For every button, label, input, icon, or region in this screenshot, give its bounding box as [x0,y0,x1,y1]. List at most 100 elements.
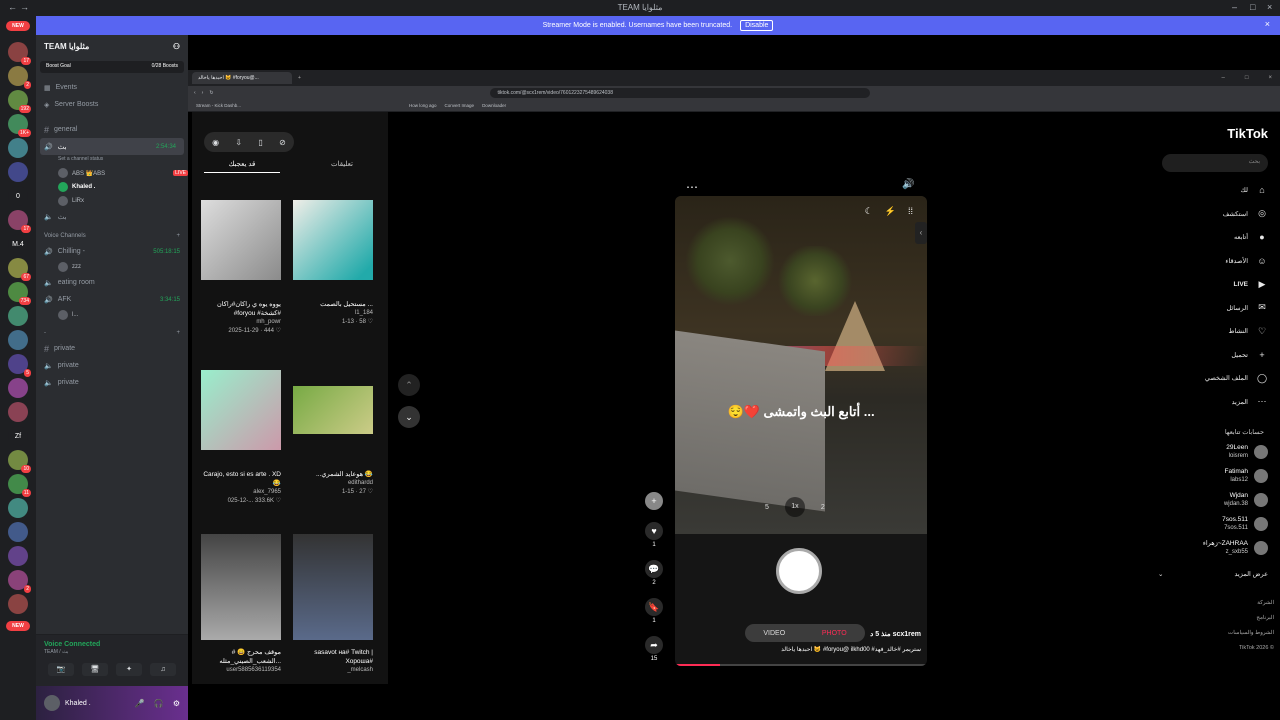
download-icon[interactable]: ⇩ [235,138,242,147]
video-progress[interactable] [675,664,927,666]
forward-icon[interactable]: › [202,90,204,96]
tiktok-nav-item[interactable]: ● أتابعه [1158,229,1268,245]
video-author[interactable]: منذ 5 د scx1rem [870,630,921,638]
private-category[interactable]: - + [36,326,188,340]
grid-icon[interactable]: ⁞⁞ [908,206,913,217]
video-thumbnail[interactable] [293,386,373,434]
channel-private[interactable]: # private [36,340,188,357]
next-video-button[interactable]: ⌄ [398,406,420,428]
server-boosts-link[interactable]: ◈ Server Boosts [36,96,188,113]
bookmark[interactable]: Downloader [482,103,506,108]
video-thumbnail[interactable] [293,200,373,280]
followed-account[interactable]: ZAHRAA~زهراء z_sxb55 [1158,538,1268,558]
bookmark[interactable]: How long ago [409,103,437,108]
screen-share-icon[interactable]: 🖥 [82,663,108,676]
voice-channel-chilling[interactable]: 🔊 Chilling - 505:18:15 [36,243,188,260]
channel-private[interactable]: 🔈 private [36,374,188,391]
voice-channel-stream[interactable]: 🔊 بث 2:54:34 [40,138,184,155]
server-icon[interactable] [8,402,28,422]
video-caption[interactable]: sasavot на# Twitch | Хороша# _melcash [291,648,373,675]
footer-link[interactable]: الشروط والسياسات [1228,630,1274,636]
previous-video-button[interactable]: ⌃ [398,374,420,396]
tab-comments[interactable]: تعليقات [304,160,380,173]
camera-icon[interactable]: 📷 [48,663,74,676]
server-icon[interactable]: 17 [8,42,31,65]
tab-for-you[interactable]: قد يعجبك [204,160,280,173]
channel-private[interactable]: 🔈 private [36,357,188,374]
server-icon[interactable]: 0 [8,186,28,206]
voice-member[interactable]: Khaled . [36,180,188,194]
voice-member[interactable]: zzz [36,260,188,274]
video-caption[interactable]: ...هوعايد الشمري 😂 edithardd 1-15 · 27 ♡ [291,470,373,497]
tiktok-nav-item[interactable]: + تحميل [1158,347,1268,363]
server-icon[interactable] [8,306,28,326]
followed-account[interactable]: Fatimah labs12 [1158,466,1268,486]
address-bar[interactable]: tiktok.com/@scx1rem/video/76012232754896… [489,88,870,98]
server-icon[interactable]: 734 [8,282,31,305]
voice-channel-extra[interactable]: 🔈 بث [36,208,188,225]
flash-off-icon[interactable]: ⚡ [885,206,896,217]
server-icon[interactable]: 5 [8,354,31,377]
invite-icon[interactable]: ⚇ [173,42,180,52]
tiktok-logo[interactable]: TikTok [1227,126,1268,141]
boost-goal[interactable]: Boost Goal 0/28 Boosts [40,61,184,73]
voice-member[interactable]: l... [36,308,188,322]
activities-icon[interactable]: ✦ [116,663,142,676]
server-icon[interactable] [8,546,28,566]
server-icon[interactable] [8,522,28,542]
tiktok-nav-item[interactable]: ⌂ لك [1158,182,1268,198]
server-icon[interactable]: Zf [8,426,28,446]
channel-general[interactable]: # general [36,121,188,138]
add-channel-icon[interactable]: + [176,233,180,239]
user-avatar[interactable] [44,695,60,711]
server-icon[interactable]: 11 [8,474,31,497]
new-tab-icon[interactable]: + [298,75,301,81]
see-more-link[interactable]: عرض المزيد ⌄ [1158,566,1268,582]
tiktok-nav-item[interactable]: ☺ الأصدقاء [1158,253,1268,269]
zoom-option[interactable]: 5 [765,504,769,511]
zoom-option[interactable]: 2 [821,504,825,511]
server-icon[interactable]: M.4 [8,234,28,254]
video-caption[interactable]: Carajo, esto si es arte . XD 😂 alex_7965 0… [199,470,281,506]
close-icon[interactable]: × [1268,75,1272,81]
video-thumbnail[interactable] [201,200,281,280]
collapse-comments-button[interactable]: ‹ [915,222,927,244]
tiktok-nav-item[interactable]: ⋯ المزيد [1158,394,1268,410]
share-button[interactable]: ➦ 15 [643,636,665,662]
bookmark[interactable]: Stream - Kick Dashb... [196,103,241,108]
comment-button[interactable]: 💬 2 [643,560,665,586]
followed-account[interactable]: 29Leen loisrem [1158,442,1268,462]
more-options-icon[interactable]: ⋯ [686,180,698,194]
zoom-option[interactable]: 1x [784,497,805,517]
video-thumbnail[interactable] [201,534,281,640]
server-icon[interactable]: 17 [8,210,31,233]
maximize-icon[interactable]: □ [1250,2,1255,12]
tiktok-nav-item[interactable]: ✉ الرسائل [1158,300,1268,316]
compass-icon[interactable]: ⊘ [279,138,286,147]
save-button[interactable]: 🔖 1 [643,598,665,624]
soundboard-icon[interactable]: ♫ [150,663,176,676]
server-icon[interactable]: 10 [8,450,31,473]
minimize-icon[interactable]: – [1232,2,1237,12]
server-icon[interactable]: 2 [8,570,31,593]
server-icon[interactable]: 2 [8,66,31,89]
voice-category[interactable]: Voice Channels + [36,229,188,243]
close-banner-icon[interactable]: × [1265,19,1270,29]
followed-account[interactable]: 7sos.511 7sos.511 [1158,514,1268,534]
browser-tab[interactable]: احبدها ياخالد 😺 #foryou@... [192,72,292,84]
microphone-icon[interactable]: 🎤 [135,699,145,708]
video-thumbnail[interactable] [201,370,281,450]
avatar[interactable]: ◉ [212,138,219,147]
voice-member[interactable]: ABS 👑ABS LIVE [36,166,188,180]
tiktok-nav-item[interactable]: ▶ LIVE [1158,276,1268,292]
back-icon[interactable]: ‹ [194,90,196,96]
add-channel-icon[interactable]: + [176,330,180,336]
server-icon[interactable]: 192 [8,90,31,113]
server-icon[interactable]: 67 [8,258,31,281]
creator-avatar[interactable]: + [643,492,665,510]
like-button[interactable]: ♥ 1 [643,522,665,548]
server-icon[interactable] [8,138,28,158]
night-mode-icon[interactable]: ☾ [865,206,873,217]
video-player[interactable]: ☾ ⚡ ⁞⁞ 😌❤️ أتابع البث واتمشى ... 5 1x 2 … [675,196,927,666]
back-icon[interactable]: ← [8,2,17,12]
